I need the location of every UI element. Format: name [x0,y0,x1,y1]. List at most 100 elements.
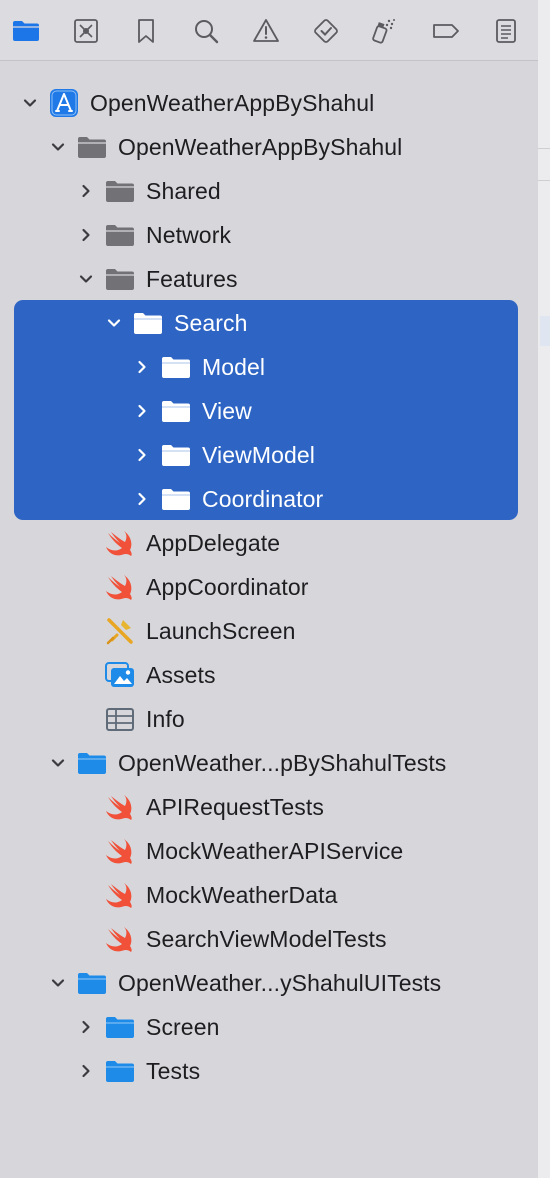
tree-row-label: SearchViewModelTests [146,925,387,952]
tree-row-label: AppCoordinator [146,573,309,600]
chevron-right-icon[interactable] [133,433,151,477]
tree-row-label: MockWeatherData [146,881,338,908]
chevron-spacer [77,565,95,609]
swift-icon [104,571,136,603]
tree-row-label: View [202,397,252,424]
chevron-down-icon[interactable] [49,741,67,785]
navigator-toolbar [0,0,538,60]
tree-row[interactable]: OpenWeather...pByShahulTests [0,741,538,785]
tree-row[interactable]: Info [0,697,538,741]
tree-row[interactable]: OpenWeatherAppByShahul [0,81,538,125]
folder-blue-icon [76,747,108,779]
app-icon [48,87,80,119]
swift-icon [104,791,136,823]
tree-row-label: Assets [146,661,216,688]
warning-icon[interactable] [251,16,281,46]
chevron-right-icon[interactable] [133,389,151,433]
chevron-spacer [77,521,95,565]
folder-gray-icon [104,263,136,295]
tree-row[interactable]: Coordinator [0,477,538,521]
tree-row-label: APIRequestTests [146,793,324,820]
folder-gray-icon [76,131,108,163]
source-control-icon[interactable] [71,16,101,46]
assets-icon [104,659,136,691]
storyboard-icon [104,615,136,647]
debug-icon[interactable] [367,16,397,46]
tree-row[interactable]: APIRequestTests [0,785,538,829]
tree-row[interactable]: Assets [0,653,538,697]
chevron-down-icon[interactable] [77,257,95,301]
chevron-right-icon[interactable] [77,1049,95,1093]
folder-white-icon [160,351,192,383]
breakpoint-icon[interactable] [431,16,461,46]
tree-row-label: Features [146,265,238,292]
tree-row-label: Network [146,221,232,248]
tree-row-label: OpenWeatherAppByShahul [90,89,375,116]
tree-row-label: Screen [146,1013,220,1040]
tree-row-label: OpenWeather...pByShahulTests [118,749,447,776]
folder-gray-icon [104,175,136,207]
tree-row[interactable]: MockWeatherData [0,873,538,917]
folder-blue-icon [104,1055,136,1087]
chevron-spacer [77,785,95,829]
swift-icon [104,879,136,911]
tree-row-label: Search [174,309,248,336]
tree-row[interactable]: SearchViewModelTests [0,917,538,961]
tree-row-label: ViewModel [202,441,315,468]
search-icon[interactable] [191,16,221,46]
folder-white-icon [160,483,192,515]
report-icon[interactable] [491,16,521,46]
plist-icon [104,703,136,735]
tree-row[interactable]: ViewModel [0,433,538,477]
test-icon[interactable] [311,16,341,46]
tree-row-label: AppDelegate [146,529,281,556]
tree-row[interactable]: AppCoordinator [0,565,538,609]
tree-row[interactable]: Model [0,345,538,389]
tree-row-label: LaunchScreen [146,617,296,644]
tree-row[interactable]: Shared [0,169,538,213]
chevron-down-icon[interactable] [105,301,123,345]
chevron-down-icon[interactable] [49,125,67,169]
editor-edge [538,0,550,1178]
chevron-down-icon[interactable] [21,81,39,125]
tree-row-label: Tests [146,1057,201,1084]
chevron-down-icon[interactable] [49,961,67,1005]
chevron-spacer [77,873,95,917]
folder-white-icon [160,395,192,427]
chevron-spacer [77,697,95,741]
tree-row[interactable]: LaunchScreen [0,609,538,653]
chevron-spacer [77,653,95,697]
folder-gray-icon [104,219,136,251]
folder-white-icon [160,439,192,471]
tree-row[interactable]: View [0,389,538,433]
swift-icon [104,527,136,559]
folder-icon[interactable] [11,16,41,46]
chevron-spacer [77,829,95,873]
tree-row[interactable]: Screen [0,1005,538,1049]
folder-white-icon [132,307,164,339]
chevron-spacer [77,917,95,961]
chevron-right-icon[interactable] [133,345,151,389]
tree-row-label: OpenWeatherAppByShahul [118,133,403,160]
tree-row[interactable]: AppDelegate [0,521,538,565]
tree-row[interactable]: Features [0,257,538,301]
tree-row[interactable]: Network [0,213,538,257]
editor-edge-line [538,180,550,181]
chevron-right-icon[interactable] [133,477,151,521]
chevron-right-icon[interactable] [77,169,95,213]
folder-blue-icon [104,1011,136,1043]
bookmark-icon[interactable] [131,16,161,46]
folder-blue-icon [76,967,108,999]
tree-row[interactable]: MockWeatherAPIService [0,829,538,873]
tree-row-label: Info [146,705,185,732]
editor-edge-line [538,148,550,149]
tree-row[interactable]: Search [0,301,538,345]
tree-row[interactable]: OpenWeather...yShahulUITests [0,961,538,1005]
chevron-right-icon[interactable] [77,213,95,257]
tree-row[interactable]: OpenWeatherAppByShahul [0,125,538,169]
tree-row[interactable]: Tests [0,1049,538,1093]
swift-icon [104,835,136,867]
chevron-right-icon[interactable] [77,1005,95,1049]
swift-icon [104,923,136,955]
tree-row-label: Model [202,353,266,380]
